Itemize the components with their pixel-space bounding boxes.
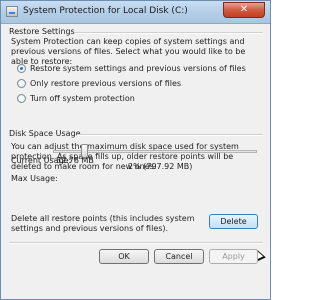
- max-usage-label: Max Usage:: [11, 174, 58, 183]
- cancel-button[interactable]: Cancel: [154, 249, 204, 264]
- divider: [77, 134, 263, 136]
- close-icon: ✕: [239, 4, 249, 15]
- restore-settings-description: System Protection can keep copies of sys…: [11, 37, 246, 66]
- delete-button[interactable]: Delete: [209, 214, 258, 229]
- current-usage-value: 32.78 MB: [56, 156, 94, 165]
- option-label: Restore system settings and previous ver…: [30, 64, 246, 73]
- option-restore-settings-and-files[interactable]: Restore system settings and previous ver…: [17, 64, 246, 73]
- delete-description: Delete all restore points (this includes…: [11, 214, 195, 233]
- divider: [9, 242, 263, 244]
- option-label: Turn off system protection: [30, 94, 135, 103]
- radio-button-selected[interactable]: [17, 64, 26, 73]
- ok-button[interactable]: OK: [99, 249, 149, 264]
- option-label: Only restore previous versions of files: [30, 79, 182, 88]
- drive-icon: [6, 6, 18, 17]
- option-turn-off-protection[interactable]: Turn off system protection: [17, 94, 135, 103]
- close-button[interactable]: ✕: [223, 2, 265, 18]
- option-restore-files-only[interactable]: Only restore previous versions of files: [17, 79, 181, 88]
- restore-settings-heading: Restore Settings: [9, 27, 75, 36]
- radio-button[interactable]: [17, 94, 26, 103]
- max-usage-slider-thumb[interactable]: [81, 144, 88, 158]
- disk-space-heading: Disk Space Usage: [9, 129, 81, 138]
- radio-button[interactable]: [17, 79, 26, 88]
- apply-button[interactable]: Apply: [209, 249, 258, 264]
- window-title: System Protection for Local Disk (C:): [23, 6, 188, 16]
- divider: [75, 32, 263, 34]
- system-protection-dialog: System Protection for Local Disk (C:) ✕ …: [0, 0, 271, 300]
- max-usage-readout: 2% (797.92 MB): [128, 162, 193, 171]
- title-bar: System Protection for Local Disk (C:) ✕: [1, 1, 270, 24]
